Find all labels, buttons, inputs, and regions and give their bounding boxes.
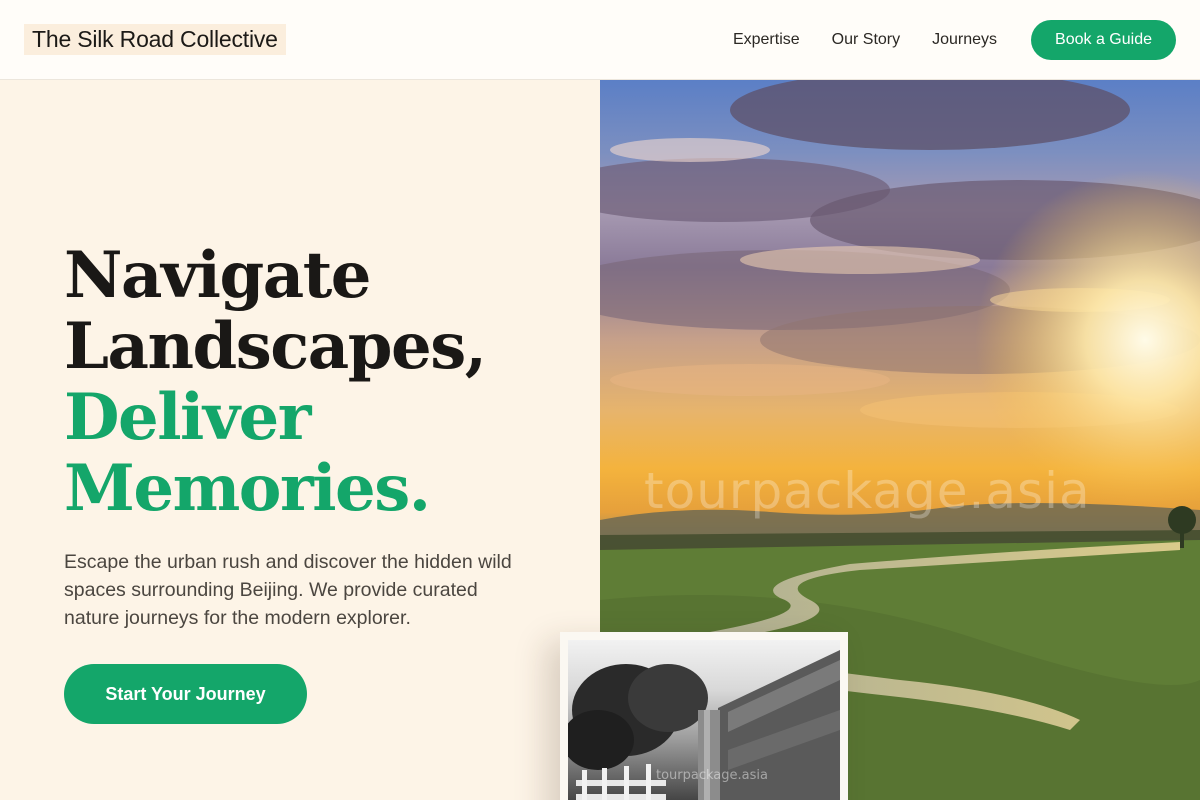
hero-headline: Navigate Landscapes, Deliver Memories. <box>64 240 564 524</box>
hero-content: Navigate Landscapes, Deliver Memories. E… <box>0 80 600 800</box>
image-watermark: tourpackage.asia <box>644 462 1091 520</box>
book-guide-button[interactable]: Book a Guide <box>1031 19 1176 60</box>
start-journey-button[interactable]: Start Your Journey <box>64 664 307 724</box>
nav-link-our-story[interactable]: Our Story <box>832 31 900 49</box>
featured-photo-card[interactable]: tourpackage.asia <box>560 632 848 800</box>
site-header: The Silk Road Collective Expertise Our S… <box>0 0 1200 80</box>
nav-link-journeys[interactable]: Journeys <box>932 31 997 49</box>
headline-line-4: Memories. <box>64 451 431 526</box>
headline-line-3: Deliver <box>64 380 311 455</box>
hero-subtext: Escape the urban rush and discover the h… <box>64 551 512 629</box>
brand-logo[interactable]: The Silk Road Collective <box>24 24 286 55</box>
main-nav: Expertise Our Story Journeys Book a Guid… <box>733 19 1176 60</box>
nav-link-expertise[interactable]: Expertise <box>733 31 800 49</box>
headline-line-1: Navigate <box>64 238 371 313</box>
headline-line-2: Landscapes, <box>64 309 487 384</box>
fence-photo: tourpackage.asia <box>568 640 840 800</box>
card-watermark: tourpackage.asia <box>656 768 768 783</box>
